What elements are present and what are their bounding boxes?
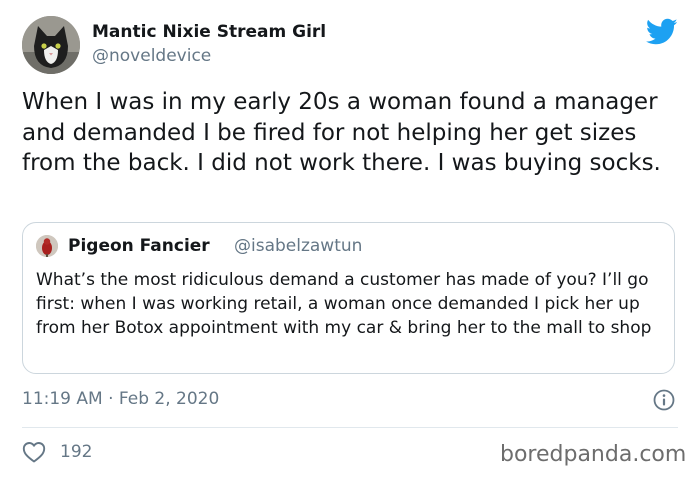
source-watermark: boredpanda.com	[500, 442, 687, 467]
author-avatar[interactable]	[22, 16, 80, 74]
heart-icon[interactable]	[22, 441, 46, 463]
quoted-tweet-card[interactable]: Pigeon Fancier @isabelzawtun What’s the …	[22, 222, 675, 374]
pigeon-photo	[36, 235, 58, 257]
info-icon[interactable]	[652, 388, 676, 412]
quoted-author-name: Pigeon Fancier	[68, 236, 210, 256]
cat-photo	[22, 16, 80, 74]
divider	[22, 427, 678, 428]
tweet-text: When I was in my early 20s a woman found…	[22, 89, 661, 176]
quoted-author-avatar	[36, 235, 58, 257]
quoted-tweet-text: What’s the most ridiculous demand a cust…	[36, 270, 652, 338]
twitter-bird-icon[interactable]	[646, 18, 678, 46]
author-name[interactable]: Mantic Nixie Stream Girl	[92, 22, 326, 42]
author-handle[interactable]: @noveldevice	[92, 46, 211, 66]
tweet-timestamp[interactable]: 11:19 AM · Feb 2, 2020	[22, 389, 219, 409]
like-count: 192	[60, 442, 93, 462]
quoted-author-handle: @isabelzawtun	[234, 236, 363, 256]
